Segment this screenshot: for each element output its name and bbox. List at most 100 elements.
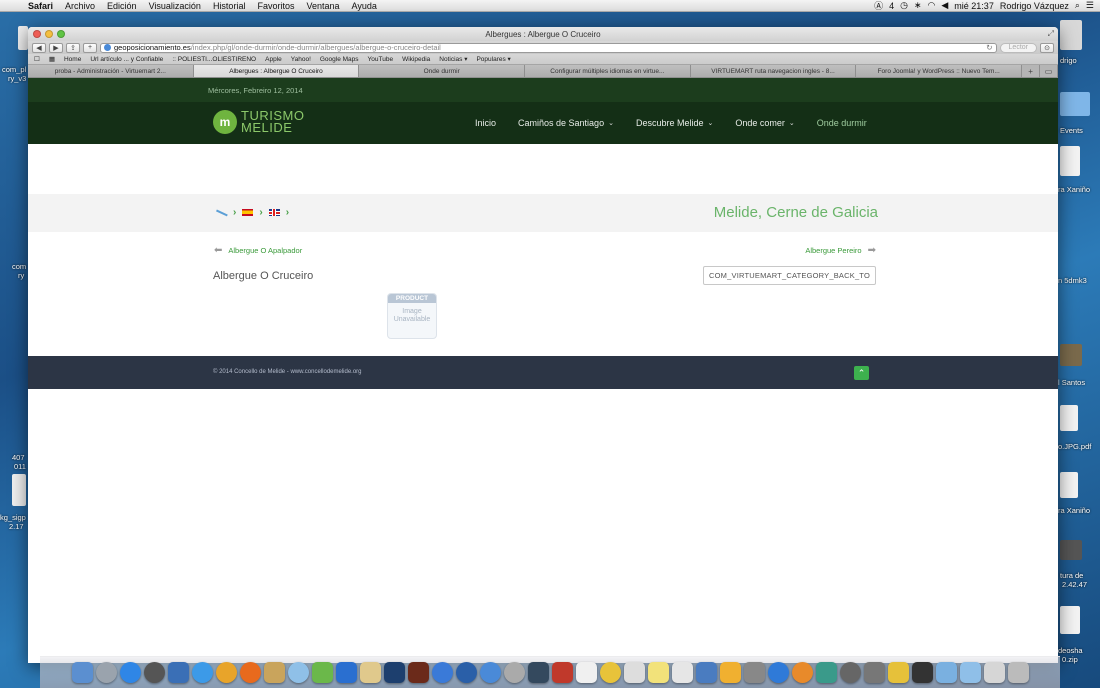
xcode-icon[interactable] — [695, 662, 717, 683]
app-store-icon[interactable] — [119, 662, 141, 683]
adobe-icon[interactable]: Ⓐ — [874, 0, 883, 12]
menu-app[interactable]: Safari — [22, 1, 59, 11]
reload-icon[interactable]: ↻ — [986, 43, 992, 52]
bookmark-poliestireno[interactable]: :: POLIESTI...OLIESTIRENO — [172, 56, 256, 63]
nav-item-onde-durmir[interactable]: Onde durmir — [817, 118, 867, 128]
window-titlebar[interactable]: Albergues : Albergue O Cruceiro ⤢ — [28, 27, 1058, 41]
archive-icon[interactable] — [887, 662, 909, 683]
bookmark-yahoo[interactable]: Yahoo! — [291, 56, 311, 63]
add-tab-icon[interactable]: + — [1022, 65, 1041, 77]
desktop-label[interactable]: 011 — [14, 462, 26, 471]
bookmark-youtube[interactable]: YouTube — [368, 56, 394, 63]
pages-icon[interactable] — [719, 662, 741, 683]
screenshot-icon[interactable] — [1060, 540, 1082, 560]
desktop-label[interactable]: n 5dmk3 — [1058, 276, 1087, 285]
time-machine-icon[interactable]: ◷ — [900, 0, 908, 11]
contacts-icon[interactable] — [623, 662, 645, 683]
breadcrumb-home-icon[interactable] — [216, 209, 227, 216]
clock[interactable]: mié 21:37 — [954, 1, 994, 11]
hard-drive-icon[interactable] — [1060, 20, 1082, 50]
close-window-button[interactable] — [33, 30, 41, 38]
share-button[interactable]: ⇪ — [66, 42, 80, 53]
bookmark-noticias[interactable]: Noticias ▾ — [439, 55, 467, 63]
wifi-icon[interactable]: ◠ — [928, 0, 936, 11]
zip-icon[interactable] — [1060, 606, 1080, 634]
new-tab-button[interactable]: + — [83, 42, 97, 53]
script-editor-icon[interactable] — [263, 662, 285, 683]
trash-icon[interactable] — [1007, 662, 1029, 683]
reading-list-icon[interactable]: ☐ — [34, 55, 40, 63]
tab-active[interactable]: Albergues : Albergue O Cruceiro — [193, 65, 360, 77]
back-to-category-button[interactable]: COM_VIRTUEMART_CATEGORY_BACK_TO — [703, 266, 876, 285]
help-icon[interactable] — [503, 662, 525, 683]
photos-icon[interactable] — [599, 662, 621, 683]
desktop-label[interactable]: ry_v3 — [8, 74, 26, 83]
bookmark-google-maps[interactable]: Google Maps — [320, 56, 359, 63]
cactus-app-icon[interactable] — [311, 662, 333, 683]
notification-center-icon[interactable]: ☰ — [1086, 0, 1094, 11]
desktop-label[interactable]: drigo — [1060, 56, 1077, 65]
preview-icon[interactable] — [167, 662, 189, 683]
document-icon[interactable] — [1060, 146, 1080, 176]
menu-ayuda[interactable]: Ayuda — [346, 1, 383, 11]
calendar-icon[interactable] — [575, 662, 597, 683]
menu-visualizacion[interactable]: Visualización — [143, 1, 207, 11]
bookmark-apple[interactable]: Apple — [265, 56, 282, 63]
site-logo[interactable]: m TURISMO MELIDE — [213, 109, 304, 134]
back-to-top-button[interactable]: ⌃ — [854, 366, 869, 380]
desktop-label[interactable]: o.JPG.pdf — [1058, 442, 1091, 451]
minimize-window-button[interactable] — [45, 30, 53, 38]
zoom-window-button[interactable] — [57, 30, 65, 38]
desktop-label[interactable]: ry — [18, 271, 24, 280]
fullscreen-icon[interactable]: ⤢ — [1048, 29, 1054, 39]
messages-icon[interactable] — [287, 662, 309, 683]
pdf-icon[interactable] — [1060, 472, 1078, 498]
desktop-label[interactable]: l Santos — [1058, 378, 1085, 387]
nav-item-caminos[interactable]: Camiños de Santiago ⌄ — [518, 118, 614, 128]
user-name[interactable]: Rodrigo Vázquez — [1000, 1, 1069, 11]
tab[interactable]: Configurar múltiples idiomas en virtue..… — [525, 65, 691, 77]
product-image-placeholder[interactable]: PRODUCT Image Unavailable — [387, 293, 437, 339]
finder-icon[interactable] — [71, 662, 93, 683]
terminal-icon[interactable] — [911, 662, 933, 683]
desktop-label[interactable]: kg_sigp — [0, 513, 26, 522]
bookmark-url-articulo[interactable]: Url artículo ... y Confiable — [90, 56, 163, 63]
desktop-label[interactable]: 2.42.47 — [1062, 580, 1087, 589]
desktop-label[interactable]: tura de — [1060, 571, 1083, 580]
tab[interactable]: Onde durmir — [359, 65, 526, 77]
volume-icon[interactable]: ◀ — [941, 0, 948, 11]
downloads-button[interactable]: ⊙ — [1040, 42, 1054, 53]
ptp-app-icon[interactable] — [431, 662, 453, 683]
system-preferences-icon[interactable] — [743, 662, 765, 683]
bookmark-home[interactable]: Home — [64, 56, 81, 63]
launchpad-icon[interactable] — [95, 662, 117, 683]
english-flag-icon[interactable] — [268, 209, 280, 216]
folder-icon[interactable] — [1060, 92, 1090, 116]
menu-ventana[interactable]: Ventana — [300, 1, 345, 11]
notes-app-icon[interactable] — [359, 662, 381, 683]
textedit-icon[interactable] — [671, 662, 693, 683]
desktop-file-icon[interactable] — [12, 474, 26, 506]
filezilla-icon[interactable] — [551, 662, 573, 683]
safari-icon[interactable] — [191, 662, 213, 683]
desktop-label[interactable]: Events — [1060, 126, 1083, 135]
firefox-icon[interactable] — [239, 662, 261, 683]
forward-button[interactable]: ▶ — [49, 42, 63, 53]
desktop-label[interactable]: com_pl — [2, 65, 26, 74]
mail-icon[interactable] — [983, 662, 1005, 683]
utility-2-icon[interactable] — [863, 662, 885, 683]
image-thumbnail-icon[interactable] — [1060, 344, 1082, 366]
back-button[interactable]: ◀ — [32, 42, 46, 53]
stickies-icon[interactable] — [647, 662, 669, 683]
top-sites-icon[interactable]: ▦ — [49, 55, 55, 63]
reader-button[interactable]: Lector — [999, 42, 1037, 53]
network-icon[interactable] — [815, 662, 837, 683]
ibooks-icon[interactable] — [791, 662, 813, 683]
bookmark-wikipedia[interactable]: Wikipedia — [402, 56, 430, 63]
documents-folder-icon[interactable] — [959, 662, 981, 683]
menu-archivo[interactable]: Archivo — [59, 1, 101, 11]
mission-control-icon[interactable] — [143, 662, 165, 683]
previous-product-link[interactable]: ⬅ Albergue O Apalpador — [214, 245, 302, 256]
desktop-label[interactable]: ra Xaniño — [1058, 185, 1090, 194]
time-machine-dock-icon[interactable] — [839, 662, 861, 683]
